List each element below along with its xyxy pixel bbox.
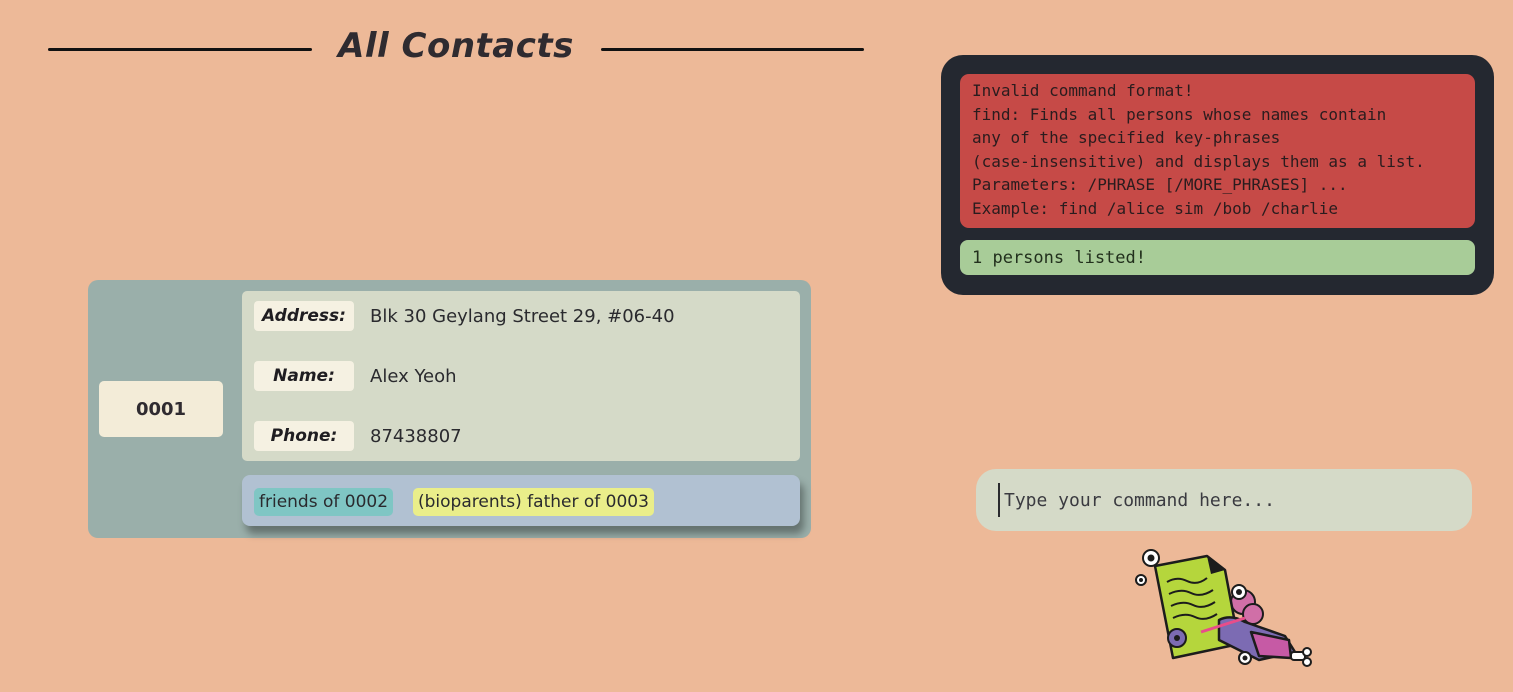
page-title: All Contacts bbox=[338, 26, 574, 66]
page-header: All Contacts bbox=[48, 24, 864, 76]
error-message-line: Parameters: /PHRASE [/MORE_PHRASES] ... bbox=[972, 175, 1348, 194]
error-message-line: find: Finds all persons whose names cont… bbox=[972, 105, 1387, 124]
contact-card[interactable]: 0001 Address: Blk 30 Geylang Street 29, … bbox=[88, 280, 811, 538]
address-label: Address: bbox=[254, 301, 354, 331]
address-value: Blk 30 Geylang Street 29, #06-40 bbox=[370, 305, 675, 327]
error-message-box: Invalid command format! find: Finds all … bbox=[960, 74, 1475, 228]
error-message-line: Example: find /alice sim /bob /charlie bbox=[972, 199, 1339, 218]
phone-field: Phone: 87438807 bbox=[254, 421, 462, 451]
contact-details: Address: Blk 30 Geylang Street 29, #06-4… bbox=[242, 291, 800, 461]
phone-value: 87438807 bbox=[370, 425, 462, 447]
error-message-line: any of the specified key-phrases bbox=[972, 128, 1281, 147]
error-message-line: (case-insensitive) and displays them as … bbox=[972, 152, 1425, 171]
name-label: Name: bbox=[254, 361, 354, 391]
relationship-tag: (bioparents) father of 0003 bbox=[413, 488, 654, 516]
contact-id-badge: 0001 bbox=[99, 381, 223, 437]
header-divider-right bbox=[601, 48, 864, 51]
relationship-tag: friends of 0002 bbox=[254, 488, 394, 516]
error-message-line: Invalid command format! bbox=[972, 81, 1194, 100]
command-input[interactable] bbox=[998, 483, 1464, 517]
address-field: Address: Blk 30 Geylang Street 29, #06-4… bbox=[254, 301, 675, 331]
header-divider-left bbox=[48, 48, 312, 51]
success-message-box: 1 persons listed! bbox=[960, 240, 1475, 275]
name-value: Alex Yeoh bbox=[370, 365, 457, 387]
document-signing-icon bbox=[1135, 548, 1315, 676]
result-display-panel: Invalid command format! find: Finds all … bbox=[941, 55, 1494, 295]
name-field: Name: Alex Yeoh bbox=[254, 361, 457, 391]
command-box bbox=[976, 469, 1472, 531]
relationship-tags: friends of 0002 (bioparents) father of 0… bbox=[242, 475, 800, 526]
phone-label: Phone: bbox=[254, 421, 354, 451]
success-message: 1 persons listed! bbox=[972, 247, 1146, 268]
